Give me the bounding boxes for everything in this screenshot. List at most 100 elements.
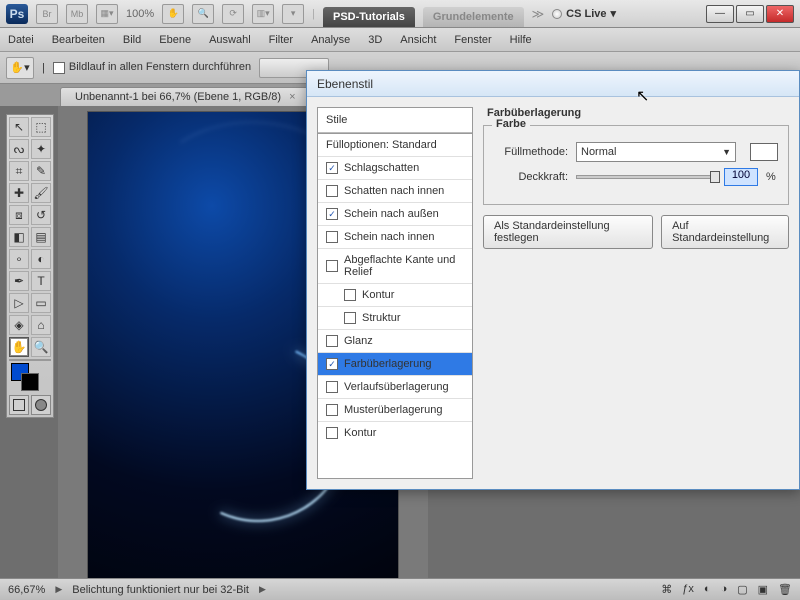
style-row[interactable]: Fülloptionen: Standard bbox=[318, 133, 472, 156]
history-brush-icon[interactable]: ↺ bbox=[31, 205, 51, 225]
style-row[interactable]: Schein nach innen bbox=[318, 225, 472, 248]
menu-bearbeiten[interactable]: Bearbeiten bbox=[52, 34, 105, 46]
make-default-button[interactable]: Als Standardeinstellung festlegen bbox=[483, 215, 653, 249]
status-zoom[interactable]: 66,67% bbox=[8, 584, 45, 596]
chevron-right-icon[interactable]: ▶ bbox=[259, 584, 266, 595]
menu-fenster[interactable]: Fenster bbox=[454, 34, 491, 46]
hand-tool-icon[interactable]: ✋ bbox=[9, 337, 29, 357]
style-checkbox[interactable] bbox=[326, 231, 338, 243]
hand-shortcut-icon[interactable]: ✋ bbox=[162, 4, 184, 24]
style-checkbox[interactable] bbox=[326, 185, 338, 197]
cs-live-button[interactable]: CS Live▾ bbox=[552, 7, 616, 20]
style-row[interactable]: Musterüberlagerung bbox=[318, 398, 472, 421]
style-row[interactable]: Verlaufsüberlagerung bbox=[318, 375, 472, 398]
link-icon[interactable]: ⌘ bbox=[661, 583, 672, 596]
document-tab[interactable]: Unbenannt-1 bei 66,7% (Ebene 1, RGB/8)× bbox=[60, 87, 311, 106]
3d-camera-icon[interactable]: ⌂ bbox=[31, 315, 51, 335]
menu-filter[interactable]: Filter bbox=[269, 34, 293, 46]
reset-default-button[interactable]: Auf Standardeinstellung bbox=[661, 215, 789, 249]
style-row[interactable]: Schlagschatten bbox=[318, 156, 472, 179]
lasso-tool-icon[interactable]: ᔓ bbox=[9, 139, 29, 159]
style-row[interactable]: Abgeflachte Kante und Relief bbox=[318, 248, 472, 283]
background-swatch[interactable] bbox=[21, 373, 39, 391]
crop-tool-icon[interactable]: ⌗ bbox=[9, 161, 29, 181]
dialog-title[interactable]: Ebenenstil bbox=[307, 71, 799, 97]
close-button[interactable]: ✕ bbox=[766, 5, 794, 23]
menu-bild[interactable]: Bild bbox=[123, 34, 141, 46]
blend-mode-select[interactable]: Normal▼ bbox=[576, 142, 736, 162]
style-row[interactable]: Schatten nach innen bbox=[318, 179, 472, 202]
stamp-tool-icon[interactable]: ⧈ bbox=[9, 205, 29, 225]
style-checkbox[interactable] bbox=[326, 404, 338, 416]
bridge-icon[interactable]: Br bbox=[36, 4, 58, 24]
chevron-right-icon[interactable]: ≫ bbox=[532, 7, 545, 21]
scroll-all-checkbox[interactable]: Bildlauf in allen Fenstern durchführen bbox=[53, 61, 251, 73]
eyedropper-tool-icon[interactable]: ✎ bbox=[31, 161, 51, 181]
style-row[interactable]: Schein nach außen bbox=[318, 202, 472, 225]
zoom-tool-icon[interactable]: 🔍 bbox=[31, 337, 51, 357]
menu-analyse[interactable]: Analyse bbox=[311, 34, 350, 46]
3d-tool-icon[interactable]: ◈ bbox=[9, 315, 29, 335]
hand-tool-icon[interactable]: ✋▾ bbox=[6, 57, 34, 79]
path-select-icon[interactable]: ▷ bbox=[9, 293, 29, 313]
brush-tool-icon[interactable]: 🖌 bbox=[31, 183, 51, 203]
menu-ebene[interactable]: Ebene bbox=[159, 34, 191, 46]
menu-3d[interactable]: 3D bbox=[368, 34, 382, 46]
chevron-right-icon[interactable]: ▶ bbox=[55, 584, 62, 595]
blur-tool-icon[interactable]: ∘ bbox=[9, 249, 29, 269]
fx-icon[interactable]: ƒx bbox=[682, 583, 694, 596]
doc-close-icon[interactable]: × bbox=[289, 91, 295, 103]
style-checkbox[interactable] bbox=[326, 208, 338, 220]
overlay-color-swatch[interactable] bbox=[750, 143, 778, 161]
style-checkbox[interactable] bbox=[344, 289, 356, 301]
menu-auswahl[interactable]: Auswahl bbox=[209, 34, 251, 46]
shape-tool-icon[interactable]: ▭ bbox=[31, 293, 51, 313]
dodge-tool-icon[interactable]: ◐ bbox=[31, 249, 51, 269]
trash-icon[interactable]: 🗑 bbox=[778, 583, 792, 596]
new-layer-icon[interactable]: ▣ bbox=[758, 583, 768, 596]
rotate-view-icon[interactable]: ⟳ bbox=[222, 4, 244, 24]
style-checkbox[interactable] bbox=[326, 335, 338, 347]
opacity-slider[interactable] bbox=[576, 175, 716, 179]
menu-hilfe[interactable]: Hilfe bbox=[510, 34, 532, 46]
standard-mode-icon[interactable] bbox=[9, 395, 29, 415]
zoom-shortcut-icon[interactable]: 🔍 bbox=[192, 4, 214, 24]
workspace-tab-active[interactable]: PSD-Tutorials bbox=[323, 7, 415, 27]
wand-tool-icon[interactable]: ✦ bbox=[31, 139, 51, 159]
folder-icon[interactable]: ▢ bbox=[737, 583, 747, 596]
styles-list-header[interactable]: Stile bbox=[318, 108, 472, 133]
style-checkbox[interactable] bbox=[326, 260, 338, 272]
mask-icon[interactable]: ◐ bbox=[704, 583, 711, 596]
zoom-level[interactable]: 100% bbox=[126, 8, 154, 20]
type-tool-icon[interactable]: T bbox=[31, 271, 51, 291]
extras-icon[interactable]: ▾ bbox=[282, 4, 304, 24]
healing-tool-icon[interactable]: ✚ bbox=[9, 183, 29, 203]
move-tool-icon[interactable]: ↖ bbox=[9, 117, 29, 137]
marquee-tool-icon[interactable]: ⬚ bbox=[31, 117, 51, 137]
minimize-button[interactable]: — bbox=[706, 5, 734, 23]
style-checkbox[interactable] bbox=[326, 162, 338, 174]
style-row[interactable]: Struktur bbox=[318, 306, 472, 329]
style-checkbox[interactable] bbox=[344, 312, 356, 324]
style-checkbox[interactable] bbox=[326, 358, 338, 370]
screen-mode-icon[interactable]: ▦▾ bbox=[96, 4, 118, 24]
style-checkbox[interactable] bbox=[326, 427, 338, 439]
minibridge-icon[interactable]: Mb bbox=[66, 4, 88, 24]
opacity-input[interactable]: 100 bbox=[724, 168, 758, 186]
arrange-docs-icon[interactable]: ▥▾ bbox=[252, 4, 274, 24]
pen-tool-icon[interactable]: ✒ bbox=[9, 271, 29, 291]
quickmask-mode-icon[interactable] bbox=[31, 395, 51, 415]
style-checkbox[interactable] bbox=[326, 381, 338, 393]
style-row[interactable]: Farbüberlagerung bbox=[318, 352, 472, 375]
style-row[interactable]: Glanz bbox=[318, 329, 472, 352]
adjustment-icon[interactable]: ◑ bbox=[721, 583, 728, 596]
menu-ansicht[interactable]: Ansicht bbox=[400, 34, 436, 46]
menu-datei[interactable]: Datei bbox=[8, 34, 34, 46]
style-row[interactable]: Kontur bbox=[318, 421, 472, 444]
style-row[interactable]: Kontur bbox=[318, 283, 472, 306]
gradient-tool-icon[interactable]: ▤ bbox=[31, 227, 51, 247]
workspace-tab-inactive[interactable]: Grundelemente bbox=[423, 7, 524, 27]
maximize-button[interactable]: ▭ bbox=[736, 5, 764, 23]
color-swatches[interactable] bbox=[9, 363, 51, 393]
slider-thumb-icon[interactable] bbox=[710, 171, 720, 183]
